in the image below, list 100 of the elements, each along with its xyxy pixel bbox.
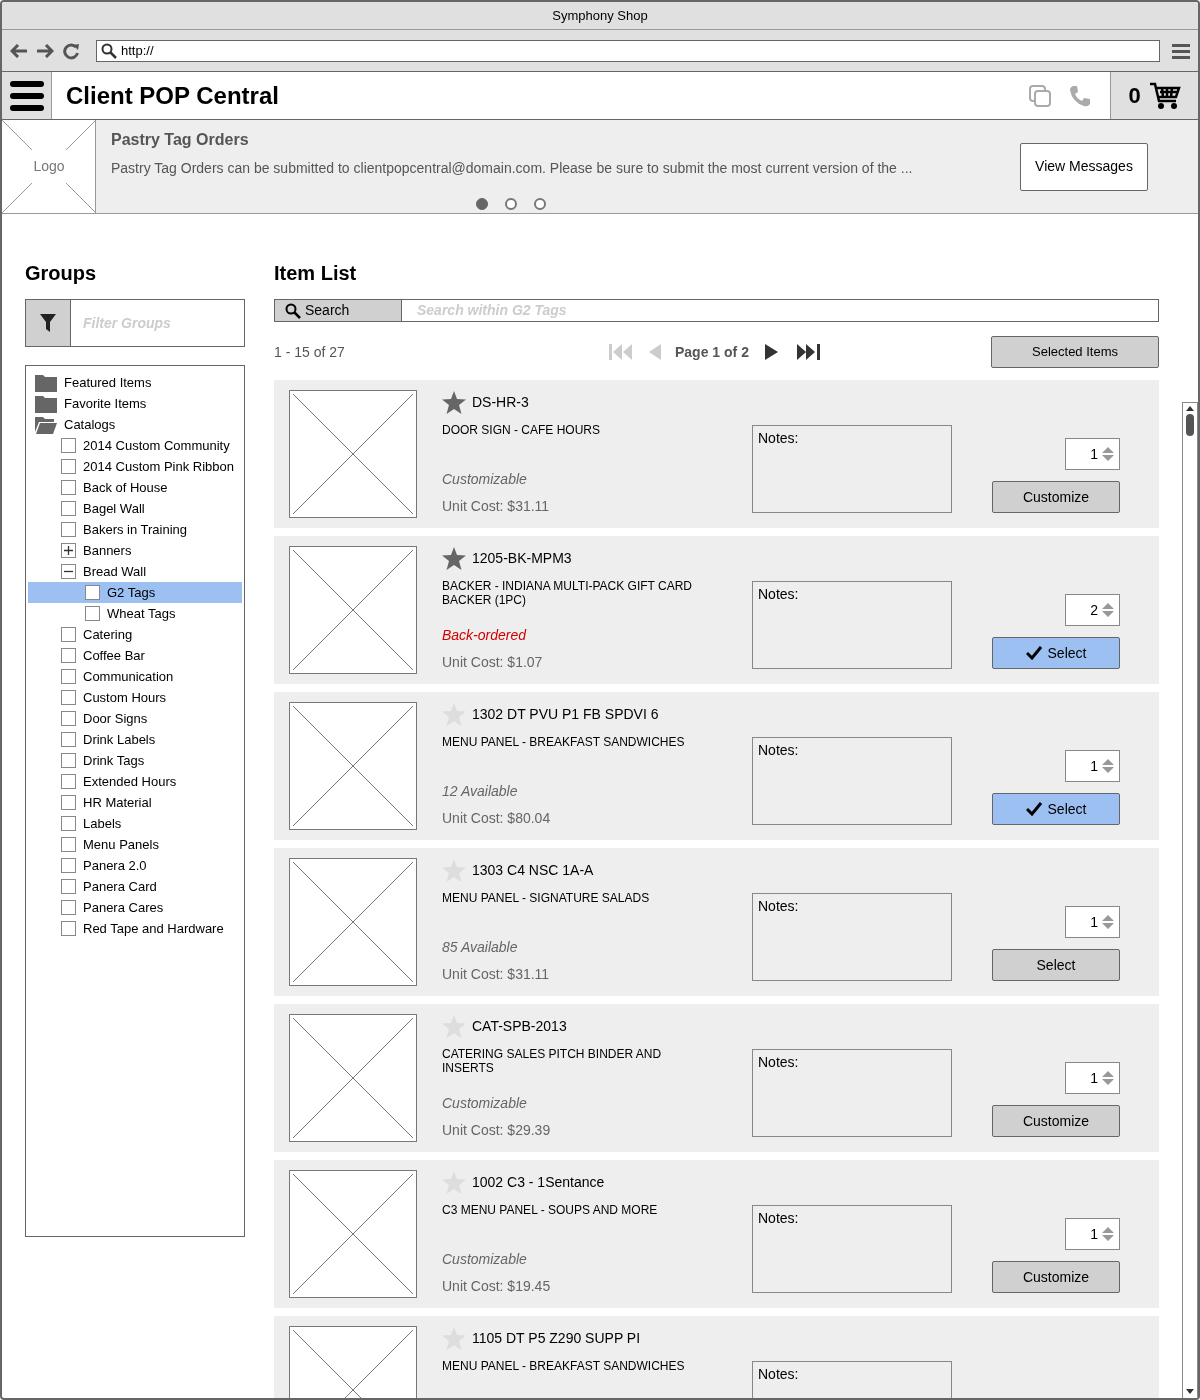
- notes-field[interactable]: Notes:: [752, 737, 952, 825]
- item-status: Customizable: [442, 1094, 528, 1113]
- item-action-button[interactable]: Customize: [992, 1261, 1120, 1293]
- tree-item[interactable]: Catering: [28, 624, 242, 645]
- notes-field[interactable]: Notes:: [752, 1361, 952, 1398]
- item-list-heading: Item List: [274, 261, 358, 286]
- notes-field[interactable]: Notes:: [752, 893, 952, 981]
- spinner-icon[interactable]: [1101, 1226, 1115, 1242]
- notes-field[interactable]: Notes:: [752, 1205, 952, 1293]
- copy-icon[interactable]: [1028, 83, 1052, 108]
- quantity-field[interactable]: 2: [1065, 594, 1120, 626]
- next-page-icon[interactable]: [765, 344, 778, 360]
- reload-icon[interactable]: [62, 41, 80, 60]
- view-messages-button[interactable]: View Messages: [1020, 142, 1148, 191]
- checkbox-icon[interactable]: [61, 459, 76, 474]
- checkbox-icon[interactable]: [61, 669, 76, 684]
- tree-item[interactable]: Catalogs: [28, 414, 242, 435]
- quantity-field[interactable]: 1: [1065, 750, 1120, 782]
- selected-items-button[interactable]: Selected Items: [991, 336, 1159, 368]
- tree-item[interactable]: Menu Panels: [28, 834, 242, 855]
- tree-item[interactable]: Favorite Items: [28, 393, 242, 414]
- notes-field[interactable]: Notes:: [752, 425, 952, 513]
- tree-item[interactable]: Drink Labels: [28, 729, 242, 750]
- forward-icon[interactable]: [36, 43, 54, 58]
- collapse-icon[interactable]: [61, 564, 76, 579]
- tree-item[interactable]: Wheat Tags: [28, 603, 242, 624]
- search-button[interactable]: Search: [274, 299, 402, 322]
- phone-icon[interactable]: [1068, 83, 1092, 108]
- quantity-field[interactable]: 1: [1065, 906, 1120, 938]
- tree-item[interactable]: Panera 2.0: [28, 855, 242, 876]
- tree-item[interactable]: Panera Cares: [28, 897, 242, 918]
- spinner-icon[interactable]: [1101, 602, 1115, 618]
- checkbox-icon[interactable]: [61, 837, 76, 852]
- menu-icon[interactable]: [1172, 42, 1190, 59]
- checkbox-icon[interactable]: [61, 501, 76, 516]
- tree-item[interactable]: Door Signs: [28, 708, 242, 729]
- tree-item[interactable]: Bakers in Training: [28, 519, 242, 540]
- checkbox-icon[interactable]: [61, 900, 76, 915]
- checkbox-icon[interactable]: [61, 753, 76, 768]
- address-bar[interactable]: http://: [96, 39, 1160, 62]
- item-action-button[interactable]: Select: [992, 793, 1120, 825]
- checkbox-icon[interactable]: [61, 480, 76, 495]
- tree-item[interactable]: HR Material: [28, 792, 242, 813]
- last-page-icon[interactable]: [796, 343, 820, 361]
- spinner-icon[interactable]: [1101, 1070, 1115, 1086]
- checkbox-icon[interactable]: [85, 585, 100, 600]
- star-icon[interactable]: [442, 390, 466, 414]
- checkbox-icon[interactable]: [61, 858, 76, 873]
- notes-field[interactable]: Notes:: [752, 1049, 952, 1137]
- back-icon[interactable]: [10, 43, 28, 58]
- item-action-button[interactable]: Customize: [992, 481, 1120, 513]
- filter-button[interactable]: [25, 299, 71, 347]
- tree-item[interactable]: 2014 Custom Community: [28, 435, 242, 456]
- checkbox-icon[interactable]: [85, 606, 100, 621]
- quantity-field[interactable]: 1: [1065, 438, 1120, 470]
- tree-item[interactable]: 2014 Custom Pink Ribbon: [28, 456, 242, 477]
- checkbox-icon[interactable]: [61, 690, 76, 705]
- tree-item[interactable]: Coffee Bar: [28, 645, 242, 666]
- tree-item[interactable]: Extended Hours: [28, 771, 242, 792]
- groups-heading: Groups: [25, 261, 98, 286]
- item-action-button[interactable]: Customize: [992, 1105, 1120, 1137]
- menu-button[interactable]: [2, 72, 52, 119]
- tree-item[interactable]: G2 Tags: [28, 582, 242, 603]
- checkbox-icon[interactable]: [61, 522, 76, 537]
- checkbox-icon[interactable]: [61, 816, 76, 831]
- tree-item[interactable]: Drink Tags: [28, 750, 242, 771]
- checkbox-icon[interactable]: [61, 795, 76, 810]
- spinner-icon[interactable]: [1101, 446, 1115, 462]
- scrollbar[interactable]: [1182, 402, 1198, 1398]
- checkbox-icon[interactable]: [61, 879, 76, 894]
- checkbox-icon[interactable]: [61, 711, 76, 726]
- notes-field[interactable]: Notes:: [752, 581, 952, 669]
- tree-item[interactable]: Panera Card: [28, 876, 242, 897]
- item-action-button[interactable]: Select: [992, 637, 1120, 669]
- checkbox-icon[interactable]: [61, 774, 76, 789]
- star-icon[interactable]: [442, 546, 466, 570]
- quantity-field[interactable]: 1: [1065, 1062, 1120, 1094]
- page-indicator: Page 1 of 2: [675, 342, 750, 362]
- tree-item[interactable]: Banners: [28, 540, 242, 561]
- tree-item[interactable]: Back of House: [28, 477, 242, 498]
- tree-item[interactable]: Labels: [28, 813, 242, 834]
- tree-item[interactable]: Bagel Wall: [28, 498, 242, 519]
- tree-item[interactable]: Bread Wall: [28, 561, 242, 582]
- search-icon: [285, 302, 301, 319]
- item-action-button[interactable]: Select: [992, 949, 1120, 981]
- item-status: Customizable: [442, 470, 528, 489]
- checkbox-icon[interactable]: [61, 921, 76, 936]
- expand-icon[interactable]: [61, 543, 76, 558]
- cart-button[interactable]: 0: [1110, 72, 1198, 119]
- checkbox-icon[interactable]: [61, 627, 76, 642]
- spinner-icon[interactable]: [1101, 914, 1115, 930]
- quantity-field[interactable]: 1: [1065, 1218, 1120, 1250]
- tree-item[interactable]: Custom Hours: [28, 687, 242, 708]
- checkbox-icon[interactable]: [61, 732, 76, 747]
- spinner-icon[interactable]: [1101, 758, 1115, 774]
- checkbox-icon[interactable]: [61, 438, 76, 453]
- tree-item[interactable]: Communication: [28, 666, 242, 687]
- tree-item[interactable]: Featured Items: [28, 372, 242, 393]
- tree-item[interactable]: Red Tape and Hardware: [28, 918, 242, 939]
- checkbox-icon[interactable]: [61, 648, 76, 663]
